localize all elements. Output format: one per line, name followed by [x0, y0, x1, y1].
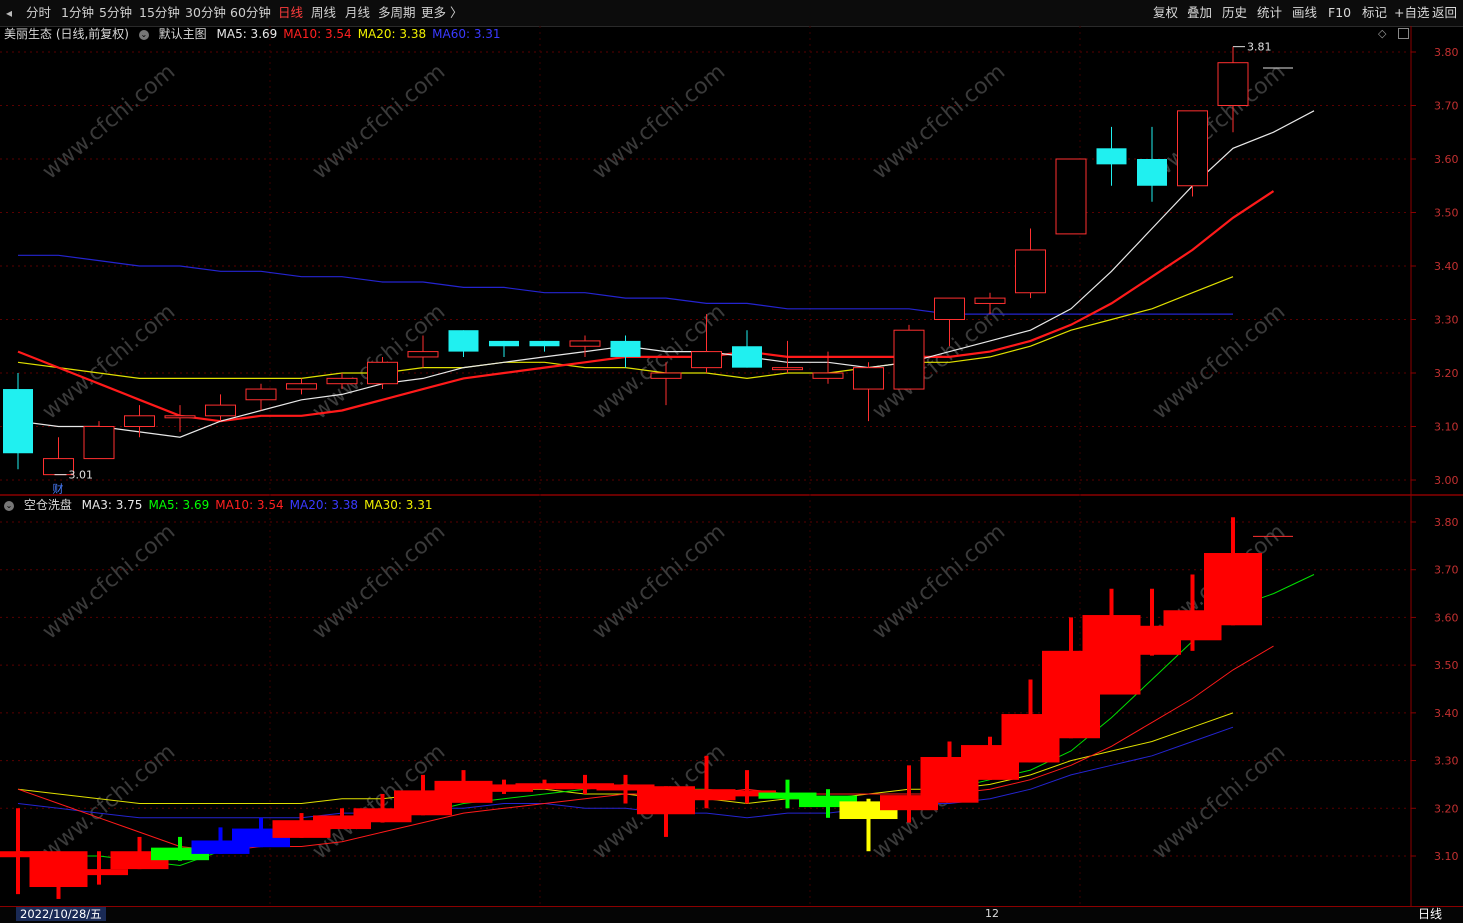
candle-body-up — [934, 297, 965, 321]
candle-body-down — [489, 340, 519, 347]
sub-tick-label: 3.80 — [1434, 516, 1459, 529]
main-tick-label: 3.00 — [1434, 474, 1459, 487]
sub-box — [70, 869, 128, 876]
candle-body-up — [83, 426, 115, 460]
candle-body-down — [448, 330, 479, 352]
candle-body-up — [1015, 249, 1046, 294]
candle-body-up — [1217, 62, 1249, 106]
watermark: www.cfchi.com — [1148, 739, 1290, 864]
sub-box — [1204, 553, 1262, 626]
main-tick-label: 3.40 — [1434, 260, 1459, 273]
candle-body-up — [245, 388, 277, 401]
main-tick-label: 3.10 — [1434, 421, 1459, 434]
main-tick-label: 3.20 — [1434, 367, 1459, 380]
candle-body-up — [893, 329, 925, 390]
main-tick-label: 3.50 — [1434, 207, 1459, 220]
watermark: www.cfchi.com — [868, 519, 1010, 644]
sub-tick-label: 3.60 — [1434, 611, 1459, 624]
kline-chart[interactable]: 3.80 3.70 3.60 3.50 3.40 3.30 3.20 3.10 3.00 3.80… — [0, 0, 1463, 922]
candle-body-up — [772, 367, 803, 371]
high-price-label: 3.81 — [1247, 41, 1272, 54]
candle-body-up — [164, 415, 196, 419]
candle-body-down — [1137, 159, 1167, 186]
candle-body-up — [812, 372, 844, 379]
cursor-date: 2022/10/28/五 — [16, 907, 106, 921]
candle-body-up — [407, 351, 439, 358]
candle-body-up — [124, 415, 155, 427]
candle-body-up — [367, 361, 398, 385]
watermark: www.cfchi.com — [588, 519, 730, 644]
sub-tick-label: 3.50 — [1434, 659, 1459, 672]
candle-body-up — [569, 340, 601, 347]
candle-body-up — [1055, 158, 1087, 235]
watermark: www.cfchi.com — [308, 59, 450, 184]
watermark: www.cfchi.com — [38, 739, 180, 864]
candle-body-up — [974, 297, 1006, 304]
watermark: www.cfchi.com — [38, 59, 180, 184]
candle-body-down — [732, 346, 762, 368]
candle-body-up — [691, 351, 722, 369]
main-tick-label: 3.80 — [1434, 46, 1459, 59]
main-tick-label: 3.30 — [1434, 314, 1459, 327]
watermark: www.cfchi.com — [868, 59, 1010, 184]
fin-badge: 财 — [53, 482, 64, 496]
candle-body-up — [205, 404, 236, 417]
watermark: www.cfchi.com — [1148, 299, 1290, 424]
sub-tick-label: 3.20 — [1434, 802, 1459, 815]
candle-body-up — [286, 383, 317, 390]
candle-body-up — [650, 372, 682, 379]
candle-body-up — [853, 367, 884, 390]
watermark: www.cfchi.com — [38, 519, 180, 644]
watermark: www.cfchi.com — [38, 299, 180, 424]
time-axis — [0, 906, 1463, 923]
candle-body-down — [529, 340, 560, 347]
sub-tick-label: 3.40 — [1434, 707, 1459, 720]
candle-body-down — [610, 340, 641, 357]
candle-body-up — [326, 377, 358, 385]
sub-tick-label: 3.10 — [1434, 850, 1459, 863]
candle-body-down — [1096, 148, 1127, 165]
watermark: www.cfchi.com — [308, 519, 450, 644]
watermark: www.cfchi.com — [588, 59, 730, 184]
sub-tick-label: 3.30 — [1434, 755, 1459, 768]
main-tick-label: 3.60 — [1434, 153, 1459, 166]
candle-body-up — [1177, 110, 1208, 187]
main-tick-label: 3.70 — [1434, 100, 1459, 113]
ma60-line — [18, 254, 1233, 315]
candle-body-down — [3, 389, 33, 454]
month-tick: 12 — [985, 907, 999, 920]
sub-tick-label: 3.70 — [1434, 564, 1459, 577]
low-price-label: 3.01 — [69, 469, 94, 482]
period-indicator[interactable]: 日线 — [1418, 907, 1442, 921]
